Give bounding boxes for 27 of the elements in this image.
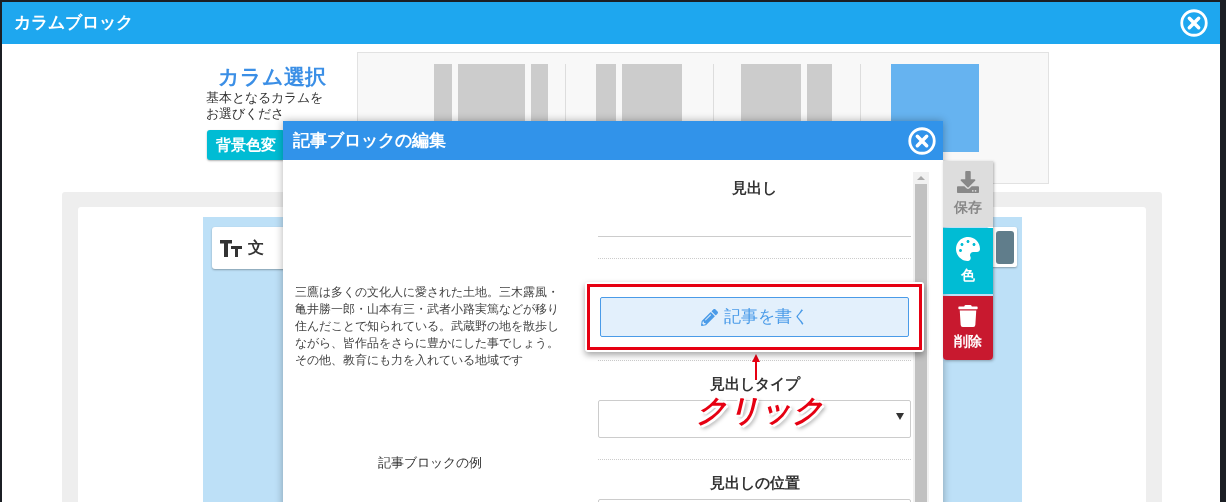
close-icon[interactable] xyxy=(1180,9,1208,37)
text-size-icon xyxy=(220,239,242,257)
card-action-button[interactable] xyxy=(996,230,1014,264)
close-icon[interactable] xyxy=(908,126,936,155)
card-title: 文 xyxy=(248,237,264,259)
section-heading: カラム選択 xyxy=(217,64,326,90)
annotation-text: クリック xyxy=(696,392,824,429)
download-icon xyxy=(957,170,979,193)
select-field[interactable] xyxy=(598,400,911,438)
toolbar-button[interactable]: 削除 xyxy=(943,296,993,360)
scroll-up-icon xyxy=(917,176,925,180)
field-label: 見出し xyxy=(732,178,777,198)
toolbar-button[interactable]: 色 xyxy=(943,228,993,294)
window-title: カラムブロック xyxy=(14,11,133,35)
background-color-button[interactable]: 背景色変 xyxy=(206,130,285,160)
example-paragraph: 三鷹は多くの文化人に愛された土地。三木露風・亀井勝一郎・山本有三・武者小路実篤などが移り住んだことで知られている。武蔵野の地を散歩しながら、皆作品をさらに豊かにした事でしょう。その他、教育にも力を入れている地域です xyxy=(295,284,560,369)
pencil-icon xyxy=(700,308,718,326)
dialog-title: 記事ブロックの編集 xyxy=(293,128,446,152)
description-text: お選びくださ xyxy=(204,106,284,122)
field-label: 見出しタイプ xyxy=(709,374,800,394)
field-label: 見出しの位置 xyxy=(709,473,800,493)
description-text: 基本となるカラムを xyxy=(204,90,323,106)
write-article-button[interactable]: 記事を書く xyxy=(600,297,909,337)
toolbar-button[interactable]: 保存 xyxy=(943,161,993,227)
palette-icon xyxy=(956,236,980,261)
trash-icon xyxy=(958,304,978,327)
example-caption: 記事ブロックの例 xyxy=(377,454,483,472)
